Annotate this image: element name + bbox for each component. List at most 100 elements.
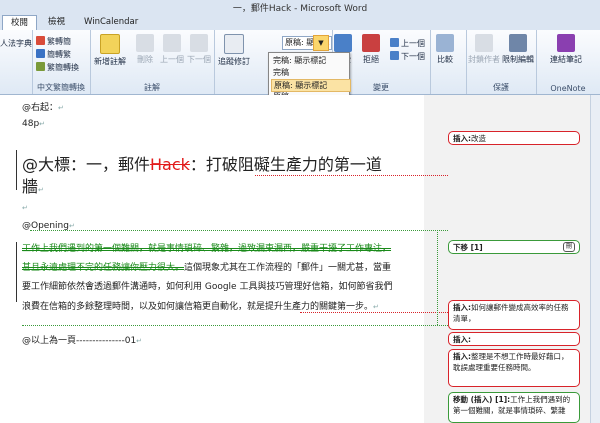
- doc-line-right-header: @右起：↵: [22, 100, 64, 113]
- balloon-connector: [437, 230, 438, 325]
- balloon-text: 改造: [471, 134, 486, 143]
- group-chinese-conversion: 繁轉簡 簡轉繁 繁簡轉換 中文繁簡轉換: [32, 30, 91, 94]
- doc-moved-line1: 工作上我們遇到的第一個難關，就是事情瑣碎、繁雜，過致漏東漏西，嚴重干擾了工作專注…: [22, 241, 391, 254]
- prev-comment-label: 上一個: [160, 55, 184, 64]
- size-text: 48p: [22, 119, 40, 129]
- balloon-text: 整理是不想工作時最好藉口，耽誤處理重要任務時間。: [453, 352, 569, 372]
- block-authors-button[interactable]: 封鎖作者: [468, 34, 500, 65]
- doc-heading-line1: @大標：一，郵件Hack：打破阻礙生產力的第一道: [22, 151, 382, 175]
- convert-icon: [36, 62, 45, 71]
- delete-comment-button[interactable]: 刪除: [136, 34, 154, 65]
- change-bar: [16, 242, 17, 302]
- compare-label: 比較: [437, 55, 453, 64]
- balloon-connector: [22, 325, 448, 326]
- restrict-editing-button[interactable]: 限制編輯: [502, 34, 534, 65]
- ribbon-tabs: 校閱 檢視 WinCalendar: [0, 14, 600, 31]
- chevron-down-icon[interactable]: ▼: [313, 35, 329, 51]
- simp-to-trad-button[interactable]: 簡轉繁: [36, 49, 71, 61]
- arrow-down-icon: [390, 51, 399, 60]
- balloon-prefix: 插入:: [453, 352, 471, 361]
- simp-trad-icon: [36, 49, 45, 58]
- balloon-move-1[interactable]: 下移 [1] 刪: [448, 240, 580, 254]
- linked-notes-label: 連結筆記: [550, 55, 582, 64]
- doc-empty-line: ↵: [22, 203, 28, 213]
- balloon-insert-2[interactable]: 插入:如何讓郵件變成高效率的任務清單，: [448, 300, 580, 330]
- doc-para-line1: 甚且永遠處理不完的任務讓你壓力很大。這個現象尤其在工作流程的「郵件」一關尤甚，當…: [22, 260, 391, 273]
- new-comment-icon: [100, 34, 120, 54]
- arrow-up-icon: [390, 38, 399, 47]
- trad-to-simp-button[interactable]: 繁轉簡: [36, 36, 71, 48]
- tab-view[interactable]: 檢視: [40, 15, 73, 30]
- track-changes-label: 追蹤修訂: [218, 57, 250, 66]
- compare-icon: [436, 34, 454, 52]
- group-label-protect: 保護: [493, 83, 509, 92]
- para-text-3: 浪費在信箱的多餘整理時間，以及如何讓信箱更自動化，就是提升生產力的關鍵第一步。: [22, 302, 374, 312]
- heading-text-c: 牆: [22, 177, 39, 196]
- reject-button[interactable]: 拒絕: [362, 34, 380, 65]
- balloon-connector: [30, 230, 448, 231]
- tab-wincalendar[interactable]: WinCalendar: [76, 15, 146, 30]
- change-bar: [16, 150, 17, 190]
- moved-text-1: 工作上我們遇到的第一個難關，就是事情瑣碎、繁雜，過致漏東漏西，嚴重干擾了工作專注…: [22, 244, 392, 254]
- balloon-prefix: 插入:: [453, 303, 471, 312]
- group-compare: 比較: [430, 30, 467, 94]
- paragraph-mark-icon: ↵: [136, 337, 143, 345]
- group-language: 人法字典: [0, 30, 33, 94]
- balloon-insert-3[interactable]: 插入:: [448, 332, 580, 346]
- paragraph-mark-icon: ↵: [58, 104, 64, 112]
- paragraph-mark-icon: ↵: [68, 222, 75, 230]
- accept-icon: [334, 34, 352, 52]
- heading-text-a: @大標：一，郵件: [22, 155, 151, 174]
- group-comments: 新增註解 刪除 上一個 下一個 註解: [90, 30, 215, 94]
- delete-comment-label: 刪除: [137, 55, 153, 64]
- group-onenote: 連結筆記 OneNote: [536, 30, 600, 94]
- vertical-scrollbar[interactable]: [590, 95, 600, 423]
- prev-comment-icon: [163, 34, 181, 52]
- doc-line-size: 48p↵: [22, 119, 45, 129]
- window-title: 一，郵件Hack - Microsoft Word: [232, 4, 368, 14]
- heading-text-b: ：打破阻礙生產力的第一道: [189, 155, 382, 174]
- reject-label: 拒絕: [363, 55, 379, 64]
- moved-text-2: 甚且永遠處理不完的任務讓你壓力很大。: [22, 263, 185, 273]
- restrict-editing-label: 限制編輯: [502, 55, 534, 64]
- prev-comment-button[interactable]: 上一個: [160, 34, 184, 65]
- group-label-chinese: 中文繁簡轉換: [37, 83, 85, 92]
- next-change-label: 下一個: [401, 52, 425, 61]
- prev-change-button[interactable]: 上一個: [390, 38, 425, 50]
- trad-to-simp-label: 繁轉簡: [47, 37, 71, 46]
- tab-review[interactable]: 校閱: [2, 15, 38, 31]
- balloon-insert-1[interactable]: 插入:改造: [448, 131, 580, 145]
- balloon-badge: 刪: [562, 242, 575, 252]
- balloon-insert-4[interactable]: 插入:整理是不想工作時最好藉口，耽誤處理重要任務時間。: [448, 349, 580, 387]
- balloon-connector: [255, 175, 448, 176]
- paragraph-mark-icon: ↵: [38, 186, 44, 194]
- next-comment-label: 下一個: [187, 55, 211, 64]
- new-comment-label: 新增註解: [94, 57, 126, 66]
- compare-button[interactable]: 比較: [436, 34, 454, 65]
- doc-heading-line2: 牆↵: [22, 173, 44, 197]
- balloon-prefix: 插入:: [453, 335, 471, 344]
- menu-item-final-markup[interactable]: 完稿: 顯示標記: [271, 55, 349, 66]
- end-marker-text: @以上為一頁---------------01: [22, 336, 137, 346]
- menu-item-final[interactable]: 完稿: [271, 67, 349, 78]
- prev-change-label: 上一個: [401, 39, 425, 48]
- next-comment-icon: [190, 34, 208, 52]
- track-changes-button[interactable]: 追蹤修訂: [218, 34, 250, 67]
- paragraph-mark-icon: ↵: [39, 120, 46, 128]
- onenote-icon: [557, 34, 575, 52]
- balloon-move-insert[interactable]: 移動 (插入) [1]:工作上我們遇到的第一個難關，就是事情瑣碎、繁雜: [448, 392, 580, 423]
- balloon-prefix: 下移 [1]: [453, 243, 483, 252]
- next-change-button[interactable]: 下一個: [390, 51, 425, 63]
- new-comment-button[interactable]: 新增註解: [94, 34, 126, 67]
- track-changes-icon: [224, 34, 244, 54]
- reject-icon: [362, 34, 380, 52]
- dictionary-button[interactable]: 人法字典: [0, 38, 32, 50]
- linked-notes-button[interactable]: 連結筆記: [550, 34, 582, 65]
- balloon-connector: [300, 312, 448, 313]
- convert-button[interactable]: 繁簡轉換: [36, 62, 79, 74]
- next-comment-button[interactable]: 下一個: [187, 34, 211, 65]
- group-label-onenote: OneNote: [550, 84, 586, 93]
- lock-icon: [509, 34, 527, 52]
- block-authors-icon: [475, 34, 493, 52]
- para-text-1: 這個現象尤其在工作流程的「郵件」一關尤甚，當重: [184, 263, 392, 273]
